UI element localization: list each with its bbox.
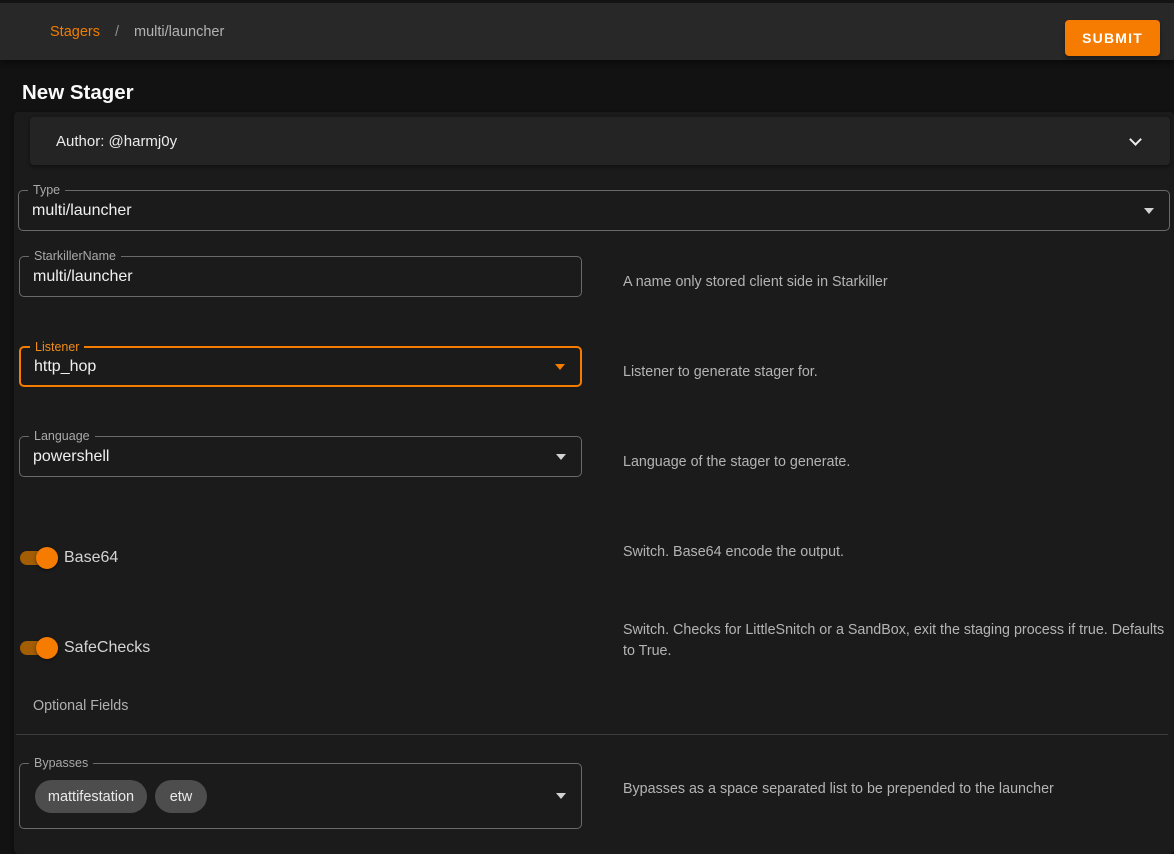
type-value: multi/launcher	[32, 201, 132, 219]
submit-button[interactable]: SUBMIT	[1065, 20, 1160, 56]
bypasses-label: Bypasses	[29, 755, 94, 772]
listener-select[interactable]: Listener http_hop	[19, 339, 582, 387]
listener-value: http_hop	[34, 357, 97, 375]
starkillername-description: A name only stored client side in Starki…	[623, 274, 888, 290]
bypasses-select[interactable]: Bypasses mattifestation etw	[19, 755, 582, 829]
type-select[interactable]: Type multi/launcher	[18, 182, 1170, 231]
language-description: Language of the stager to generate.	[623, 454, 851, 470]
language-label: Language	[29, 428, 95, 445]
base64-description: Switch. Base64 encode the output.	[623, 544, 844, 560]
switch-thumb	[36, 637, 58, 659]
stager-form-card: Author: @harmj0y Type multi/launcher Sta…	[14, 112, 1174, 854]
safechecks-switch[interactable]	[19, 637, 59, 659]
type-label: Type	[28, 182, 66, 199]
dropdown-arrow-icon	[555, 363, 565, 370]
safechecks-switch-label[interactable]: SafeChecks	[64, 639, 150, 657]
breadcrumb-separator: /	[114, 23, 120, 40]
breadcrumb-current: multi/launcher	[134, 23, 225, 40]
divider	[16, 734, 1168, 735]
dropdown-arrow-icon	[556, 793, 566, 799]
listener-label: Listener	[30, 339, 85, 356]
language-value: powershell	[33, 447, 110, 465]
dropdown-arrow-icon	[556, 453, 566, 460]
breadcrumb: Stagers / multi/launcher	[50, 3, 224, 60]
app-root: Stagers / multi/launcher SUBMIT New Stag…	[0, 0, 1174, 854]
listener-description: Listener to generate stager for.	[623, 364, 818, 380]
chevron-down-icon	[1129, 133, 1142, 146]
base64-switch-label[interactable]: Base64	[64, 549, 118, 567]
language-select[interactable]: Language powershell	[19, 428, 582, 477]
bypass-chip[interactable]: mattifestation	[35, 780, 147, 813]
safechecks-description: Switch. Checks for LittleSnitch or a San…	[623, 622, 1165, 659]
page-title: New Stager	[22, 81, 134, 104]
starkillername-label: StarkillerName	[29, 248, 121, 265]
dropdown-arrow-icon	[1144, 207, 1154, 214]
base64-switch[interactable]	[19, 547, 59, 569]
bypasses-description: Bypasses as a space separated list to be…	[623, 781, 1054, 797]
optional-fields-header: Optional Fields	[33, 698, 129, 714]
author-label: Author: @harmj0y	[56, 132, 178, 150]
starkillername-value: multi/launcher	[33, 267, 133, 285]
page-header: New Stager	[0, 63, 1174, 112]
bypass-chip[interactable]: etw	[155, 780, 207, 813]
toolbar: Stagers / multi/launcher SUBMIT	[0, 0, 1174, 60]
author-accordion-header[interactable]: Author: @harmj0y	[30, 117, 1170, 165]
breadcrumb-stagers-link[interactable]: Stagers	[50, 24, 100, 40]
switch-thumb	[36, 547, 58, 569]
starkillername-input[interactable]: StarkillerName multi/launcher	[19, 248, 582, 297]
